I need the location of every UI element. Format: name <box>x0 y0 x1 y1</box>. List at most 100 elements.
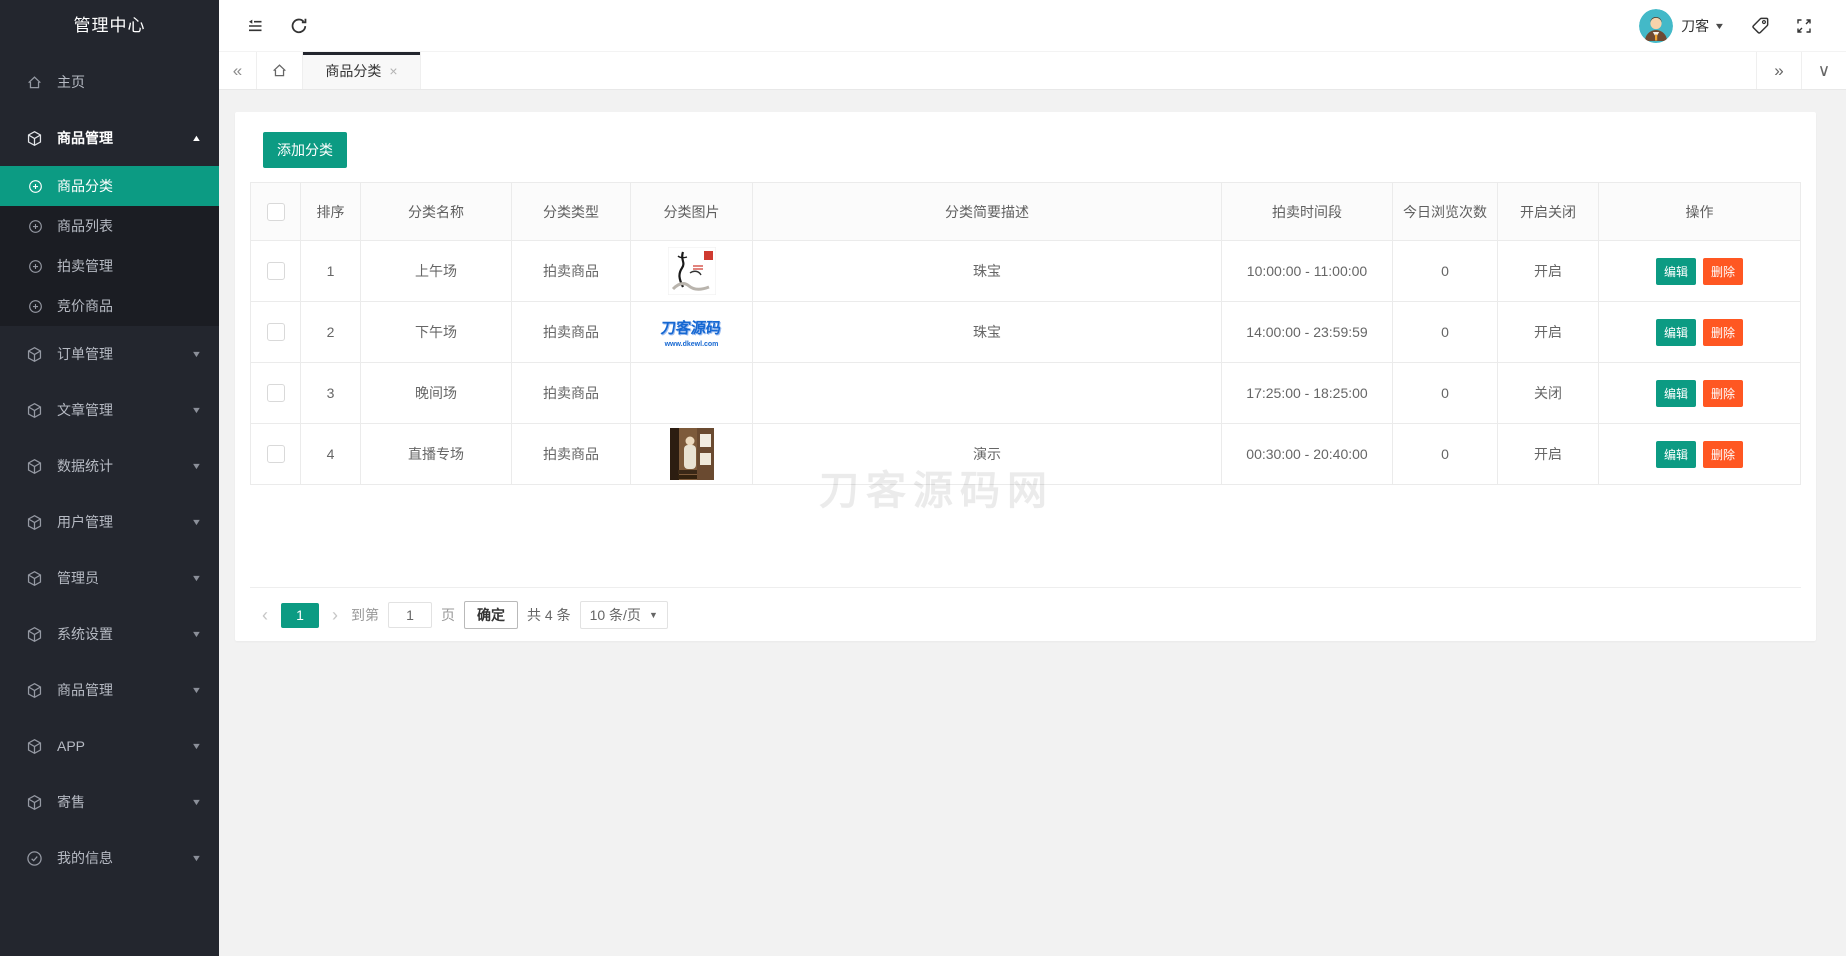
tabs-menu-button[interactable]: ∨ <box>1801 52 1846 89</box>
sidebar-item-label: 主页 <box>57 74 85 90</box>
sidebar-item-label: 商品管理 <box>57 682 113 698</box>
tab-product-category[interactable]: 商品分类 × <box>303 52 421 89</box>
sidebar-item-article-management[interactable]: 文章管理 ▼ <box>0 382 219 438</box>
category-card: 添加分类 排序 分类名称 分类类型 分类图片 分类简要描述 拍卖时间段 今日浏览… <box>235 112 1816 641</box>
cell-order: 1 <box>300 240 361 302</box>
refresh-button[interactable] <box>277 0 321 52</box>
current-page-button[interactable]: 1 <box>281 602 319 628</box>
sidebar-item-administrator[interactable]: 管理员 ▼ <box>0 550 219 606</box>
cell-views: 0 <box>1392 362 1498 424</box>
delete-button[interactable]: 删除 <box>1703 440 1744 468</box>
cube-icon <box>26 626 43 643</box>
cell-desc: 珠宝 <box>752 240 1222 302</box>
sidebar-item-home[interactable]: 主页 <box>0 54 219 110</box>
cell-type: 拍卖商品 <box>511 301 631 363</box>
cell-time: 10:00:00 - 11:00:00 <box>1221 240 1393 302</box>
tab-home[interactable] <box>257 52 303 89</box>
confirm-page-button[interactable]: 确定 <box>464 601 518 629</box>
sidebar-item-app[interactable]: APP ▼ <box>0 718 219 774</box>
table-header-row: 排序 分类名称 分类类型 分类图片 分类简要描述 拍卖时间段 今日浏览次数 开启… <box>250 182 1801 241</box>
user-menu[interactable]: 刀客 ▼ <box>1639 8 1725 43</box>
sidebar-item-product-management[interactable]: 商品管理 ▲ <box>0 110 219 166</box>
per-page-select[interactable]: 10 条/页 ▼ <box>579 601 668 629</box>
category-image-ink-painting <box>667 247 716 295</box>
sidebar-item-label: 竞价商品 <box>57 298 113 314</box>
cell-time: 17:25:00 - 18:25:00 <box>1221 362 1393 424</box>
sidebar-item-label: 商品列表 <box>57 218 113 234</box>
tabs-scroll-left-button[interactable]: « <box>219 52 257 89</box>
fullscreen-button[interactable] <box>1782 0 1826 52</box>
cell-name: 晚间场 <box>360 362 512 424</box>
prev-page-button[interactable]: ‹ <box>258 605 272 626</box>
sidebar-item-my-info[interactable]: 我的信息 ▼ <box>0 830 219 886</box>
sidebar-item-label: 数据统计 <box>57 458 113 474</box>
caret-down-icon: ▼ <box>190 853 203 863</box>
edit-button[interactable]: 编辑 <box>1655 440 1696 468</box>
delete-button[interactable]: 删除 <box>1703 379 1744 407</box>
sidebar-menu: 主页 商品管理 ▲ 商品分类 商品列表 拍卖管理 竞价商品 订单管理 ▼ 文章管… <box>0 54 219 886</box>
cube-icon <box>26 458 43 475</box>
cell-status: 关闭 <box>1497 362 1599 424</box>
pagination: ‹ 1 › 到第 页 确定 共 4 条 10 条/页 ▼ <box>250 588 1801 629</box>
collapse-sidebar-button[interactable] <box>233 0 277 52</box>
sidebar-item-system-settings[interactable]: 系统设置 ▼ <box>0 606 219 662</box>
header-desc: 分类简要描述 <box>752 182 1222 241</box>
sidebar-item-auction-management[interactable]: 拍卖管理 <box>0 246 219 286</box>
add-category-button[interactable]: 添加分类 <box>263 132 347 168</box>
sidebar: 管理中心 主页 商品管理 ▲ 商品分类 商品列表 拍卖管理 竞价商品 订单管理 … <box>0 0 219 956</box>
caret-down-icon: ▼ <box>190 573 203 583</box>
sidebar-item-label: 商品分类 <box>57 178 113 194</box>
table-row: 4 直播专场 拍卖商品 演示 00:30:00 - 20:40:00 0 开启 … <box>250 423 1801 485</box>
cell-order: 3 <box>300 362 361 424</box>
sidebar-item-label: 订单管理 <box>57 346 113 362</box>
edit-button[interactable]: 编辑 <box>1655 257 1696 285</box>
circle-check-icon <box>26 850 43 867</box>
cube-icon <box>26 682 43 699</box>
caret-down-icon: ▼ <box>190 629 203 639</box>
cube-icon <box>26 346 43 363</box>
tabbar: « 商品分类 × » ∨ <box>219 52 1846 90</box>
delete-button[interactable]: 删除 <box>1703 318 1744 346</box>
total-count-label: 共 4 条 <box>527 607 571 623</box>
sidebar-item-consignment[interactable]: 寄售 ▼ <box>0 774 219 830</box>
select-all-checkbox[interactable] <box>266 202 285 221</box>
caret-up-icon: ▲ <box>190 133 203 143</box>
category-image-live-room-photo <box>669 428 714 480</box>
home-icon <box>26 74 43 91</box>
close-icon[interactable]: × <box>389 63 397 79</box>
cube-icon <box>26 130 43 147</box>
tabs-scroll-right-button[interactable]: » <box>1756 52 1801 89</box>
sidebar-item-bidding-product[interactable]: 竞价商品 <box>0 286 219 326</box>
goto-page-input[interactable] <box>388 602 432 628</box>
logo-caption: www.dkewl.com <box>664 340 719 348</box>
fullscreen-icon <box>1797 18 1811 33</box>
sidebar-item-label: 用户管理 <box>57 514 113 530</box>
tag-button[interactable] <box>1738 0 1782 52</box>
sidebar-item-product-list[interactable]: 商品列表 <box>0 206 219 246</box>
edit-button[interactable]: 编辑 <box>1655 379 1696 407</box>
sidebar-item-order-management[interactable]: 订单管理 ▼ <box>0 326 219 382</box>
cell-views: 0 <box>1392 240 1498 302</box>
cell-desc: 珠宝 <box>752 301 1222 363</box>
next-page-button[interactable]: › <box>328 605 342 626</box>
edit-button[interactable]: 编辑 <box>1655 318 1696 346</box>
row-checkbox[interactable] <box>266 323 285 341</box>
sidebar-item-product-category[interactable]: 商品分类 <box>0 166 219 206</box>
row-checkbox[interactable] <box>266 384 285 402</box>
row-checkbox[interactable] <box>266 445 285 463</box>
cell-views: 0 <box>1392 423 1498 485</box>
sidebar-item-label: 管理员 <box>57 570 99 586</box>
cell-status: 开启 <box>1497 240 1599 302</box>
sidebar-item-label: 商品管理 <box>57 130 113 146</box>
sidebar-item-product-management-2[interactable]: 商品管理 ▼ <box>0 662 219 718</box>
header-time: 拍卖时间段 <box>1221 182 1393 241</box>
sidebar-item-user-management[interactable]: 用户管理 ▼ <box>0 494 219 550</box>
cube-icon <box>26 402 43 419</box>
delete-button[interactable]: 删除 <box>1703 257 1744 285</box>
sidebar-item-label: 拍卖管理 <box>57 258 113 274</box>
cell-order: 2 <box>300 301 361 363</box>
sidebar-item-label: 系统设置 <box>57 626 113 642</box>
cell-status: 开启 <box>1497 301 1599 363</box>
sidebar-item-data-statistics[interactable]: 数据统计 ▼ <box>0 438 219 494</box>
row-checkbox[interactable] <box>266 262 285 280</box>
